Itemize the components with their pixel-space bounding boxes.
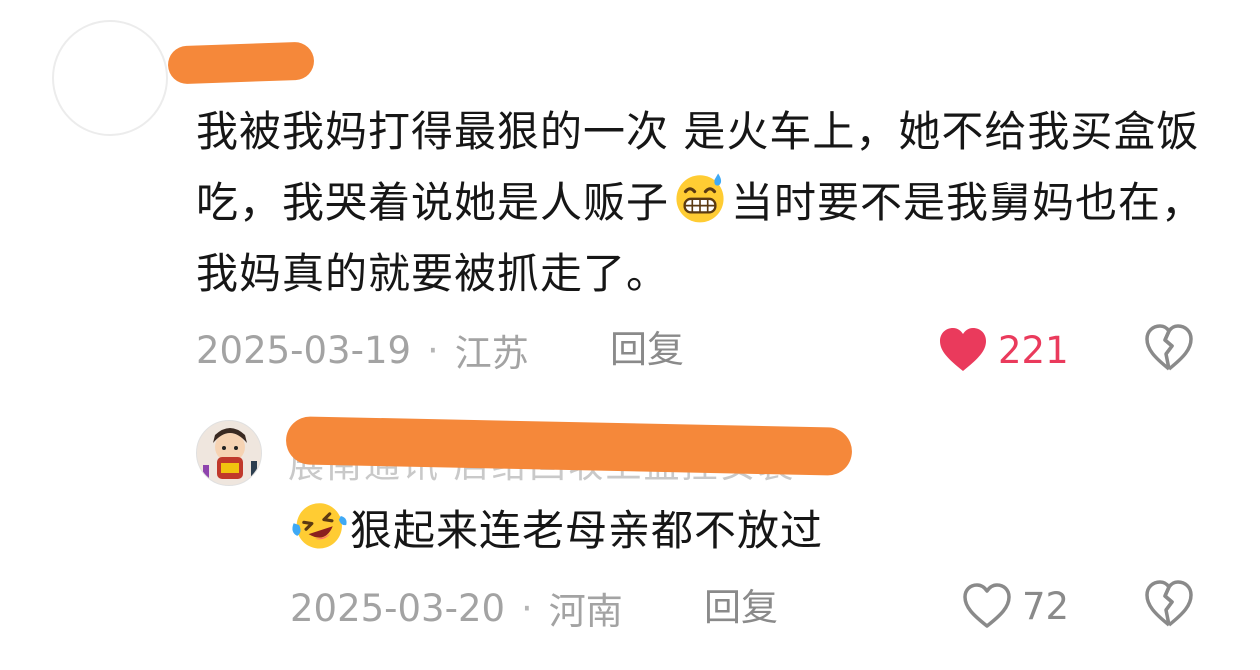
reply-date: 2025-03-20 [290, 586, 506, 630]
reply-location: 河南 [548, 590, 623, 633]
broken-heart-icon[interactable] [1144, 324, 1194, 372]
like-button[interactable]: 221 [938, 322, 1069, 378]
meta-separator: · [521, 586, 533, 630]
username-redaction [167, 41, 315, 85]
like-count: 72 [1022, 584, 1070, 628]
laughing-crying-emoji-icon [292, 503, 347, 549]
reply-avatar[interactable] [196, 420, 262, 486]
reply-button[interactable]: 回复 [610, 324, 684, 376]
broken-heart-icon[interactable] [1144, 580, 1194, 628]
reply-meta: 2025-03-20 · 河南 [290, 582, 623, 634]
reply-text-content: 狠起来连老母亲都不放过 [350, 506, 824, 555]
reply-button[interactable]: 回复 [704, 582, 778, 634]
heart-outline-icon [963, 583, 1011, 628]
reply-text: 狠起来连老母亲都不放过 [290, 496, 823, 561]
comment-date: 2025-03-19 [196, 328, 412, 372]
comment-location: 江苏 [454, 332, 529, 375]
avatar[interactable] [52, 20, 168, 136]
meta-separator: · [427, 328, 439, 372]
heart-filled-icon [940, 328, 986, 371]
cartoon-avatar-icon [197, 421, 261, 485]
comment-meta: 2025-03-19 · 江苏 [196, 324, 529, 376]
grinning-sweat-emoji-icon [676, 173, 724, 223]
like-count: 221 [998, 328, 1069, 372]
like-button[interactable]: 72 [962, 578, 1069, 634]
comment-text: 我被我妈打得最狠的一次 是火车上，她不给我买盒饭吃，我哭着说她是人贩子 当时要不… [196, 96, 1206, 309]
